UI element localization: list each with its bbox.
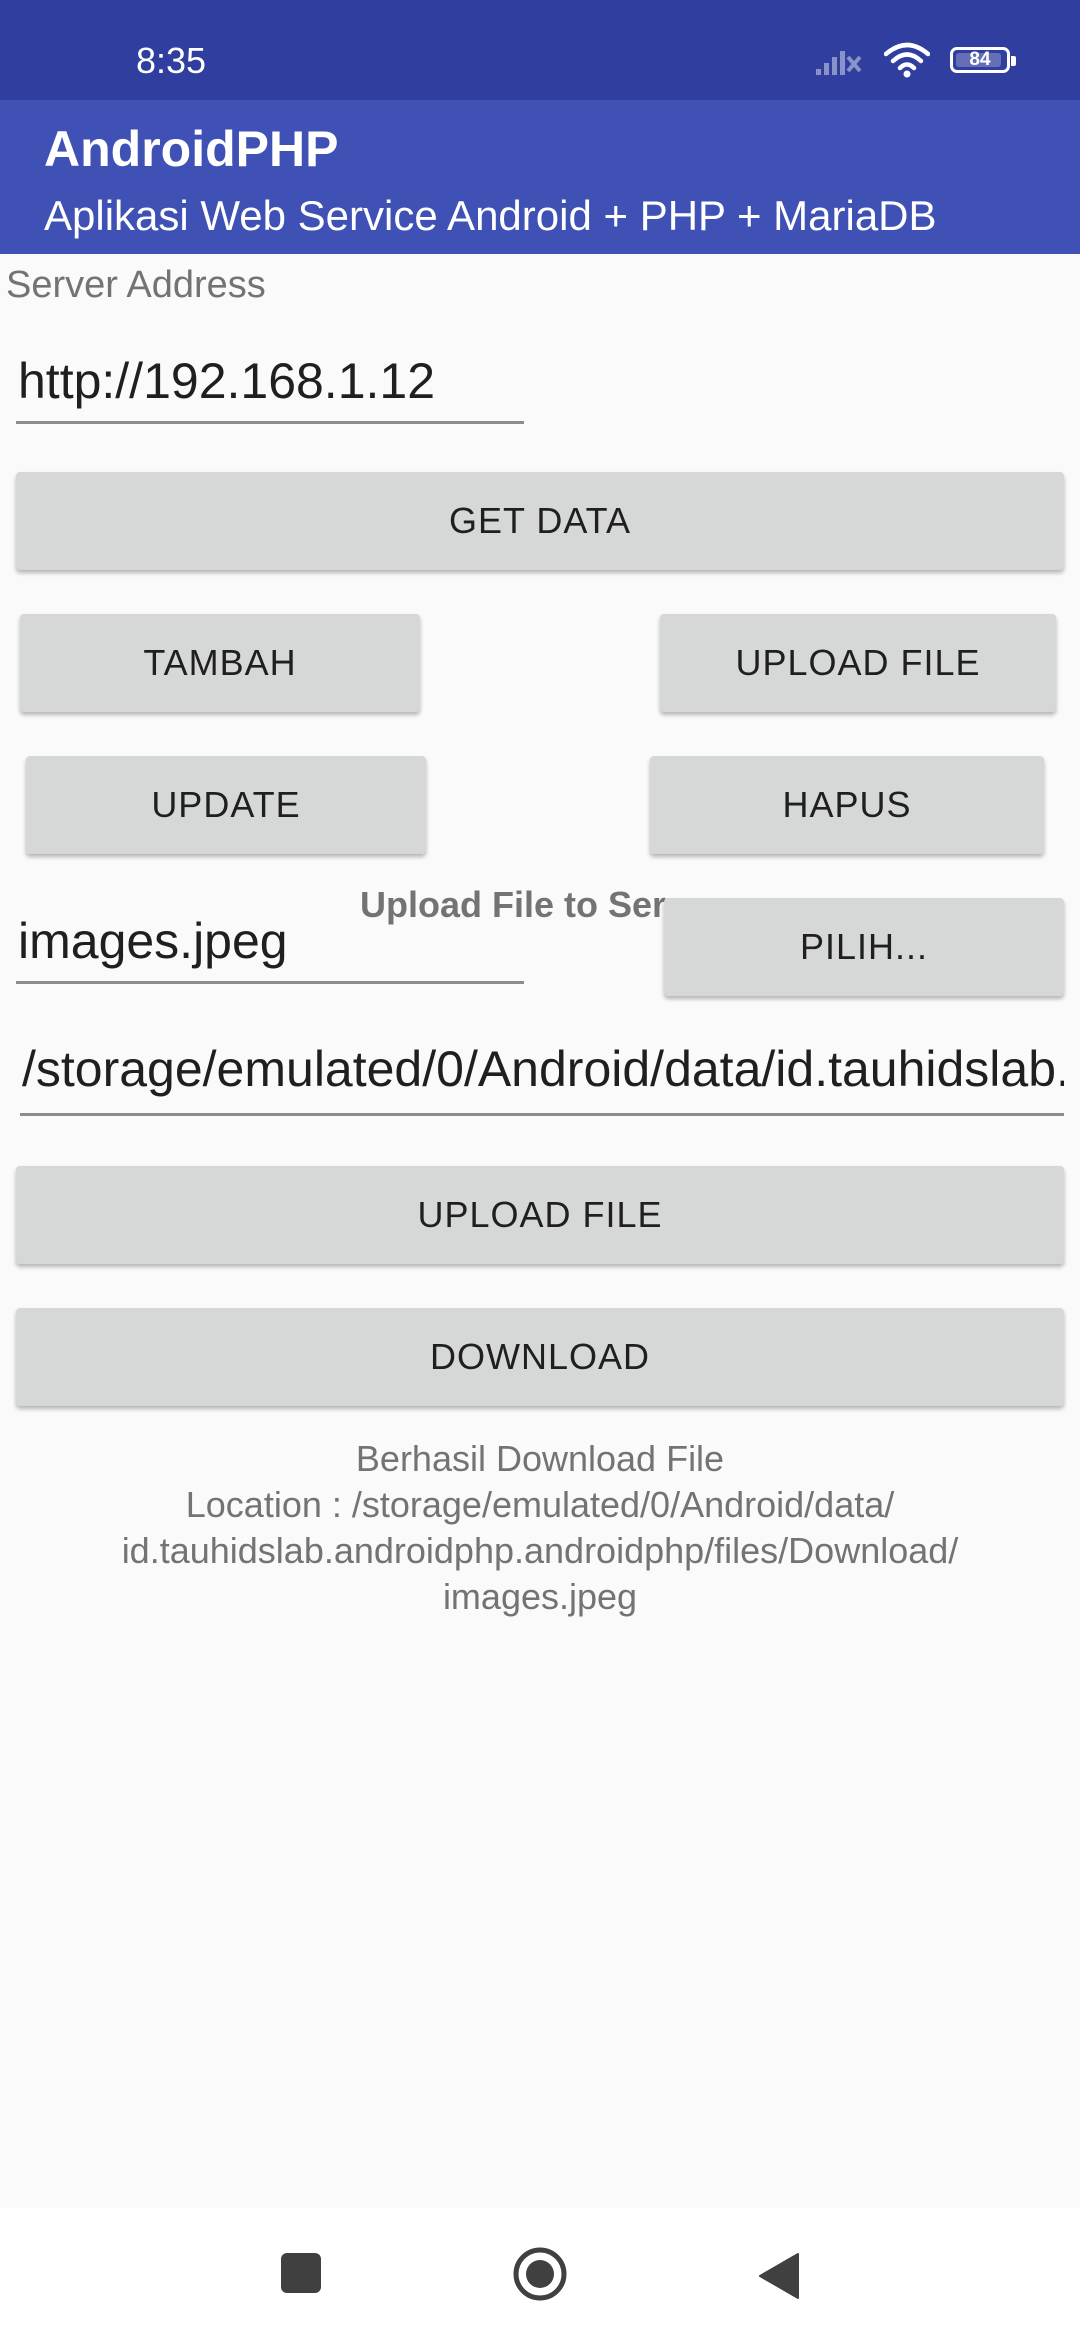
battery-icon: 84 xyxy=(950,47,1016,73)
wifi-icon xyxy=(884,42,930,78)
result-line-2: Location : /storage/emulated/0/Android/d… xyxy=(185,1484,895,1525)
upload-file-top-button[interactable]: UPLOAD FILE xyxy=(660,614,1056,712)
app-bar: AndroidPHP Aplikasi Web Service Android … xyxy=(0,100,1080,254)
battery-level: 84 xyxy=(969,49,991,70)
status-icons: 84 xyxy=(814,42,1016,78)
download-button[interactable]: DOWNLOAD xyxy=(16,1308,1064,1406)
upload-file-button[interactable]: UPLOAD FILE xyxy=(16,1166,1064,1264)
status-bar: 8:35 84 xyxy=(0,0,1080,100)
result-line-1: Berhasil Download File xyxy=(355,1438,725,1479)
recents-icon[interactable] xyxy=(280,2252,322,2294)
pilih-button[interactable]: PILIH... xyxy=(664,898,1064,996)
result-line-3: id.tauhidslab.androidphp.androidphp/file… xyxy=(121,1530,959,1571)
home-icon[interactable] xyxy=(512,2246,568,2302)
app-title: AndroidPHP xyxy=(44,121,339,177)
tambah-button[interactable]: TAMBAH xyxy=(20,614,420,712)
file-path-input[interactable]: /storage/emulated/0/Android/data/id.tauh… xyxy=(20,1040,1064,1116)
filename-input[interactable]: images.jpeg xyxy=(16,912,524,984)
navigation-bar xyxy=(0,2208,1080,2340)
server-address-label: Server Address xyxy=(6,264,266,306)
update-button[interactable]: UPDATE xyxy=(26,756,426,854)
download-result: Berhasil Download File Location : /stora… xyxy=(40,1436,1040,1620)
get-data-button[interactable]: GET DATA xyxy=(16,472,1064,570)
back-icon[interactable] xyxy=(758,2252,800,2300)
signal-off-icon xyxy=(816,51,862,75)
result-line-4: images.jpeg xyxy=(442,1576,638,1617)
hapus-button[interactable]: HAPUS xyxy=(650,756,1044,854)
server-address-input[interactable]: http://192.168.1.12 xyxy=(16,352,524,424)
status-time: 8:35 xyxy=(136,40,207,81)
app-subtitle: Aplikasi Web Service Android + PHP + Mar… xyxy=(44,192,937,239)
